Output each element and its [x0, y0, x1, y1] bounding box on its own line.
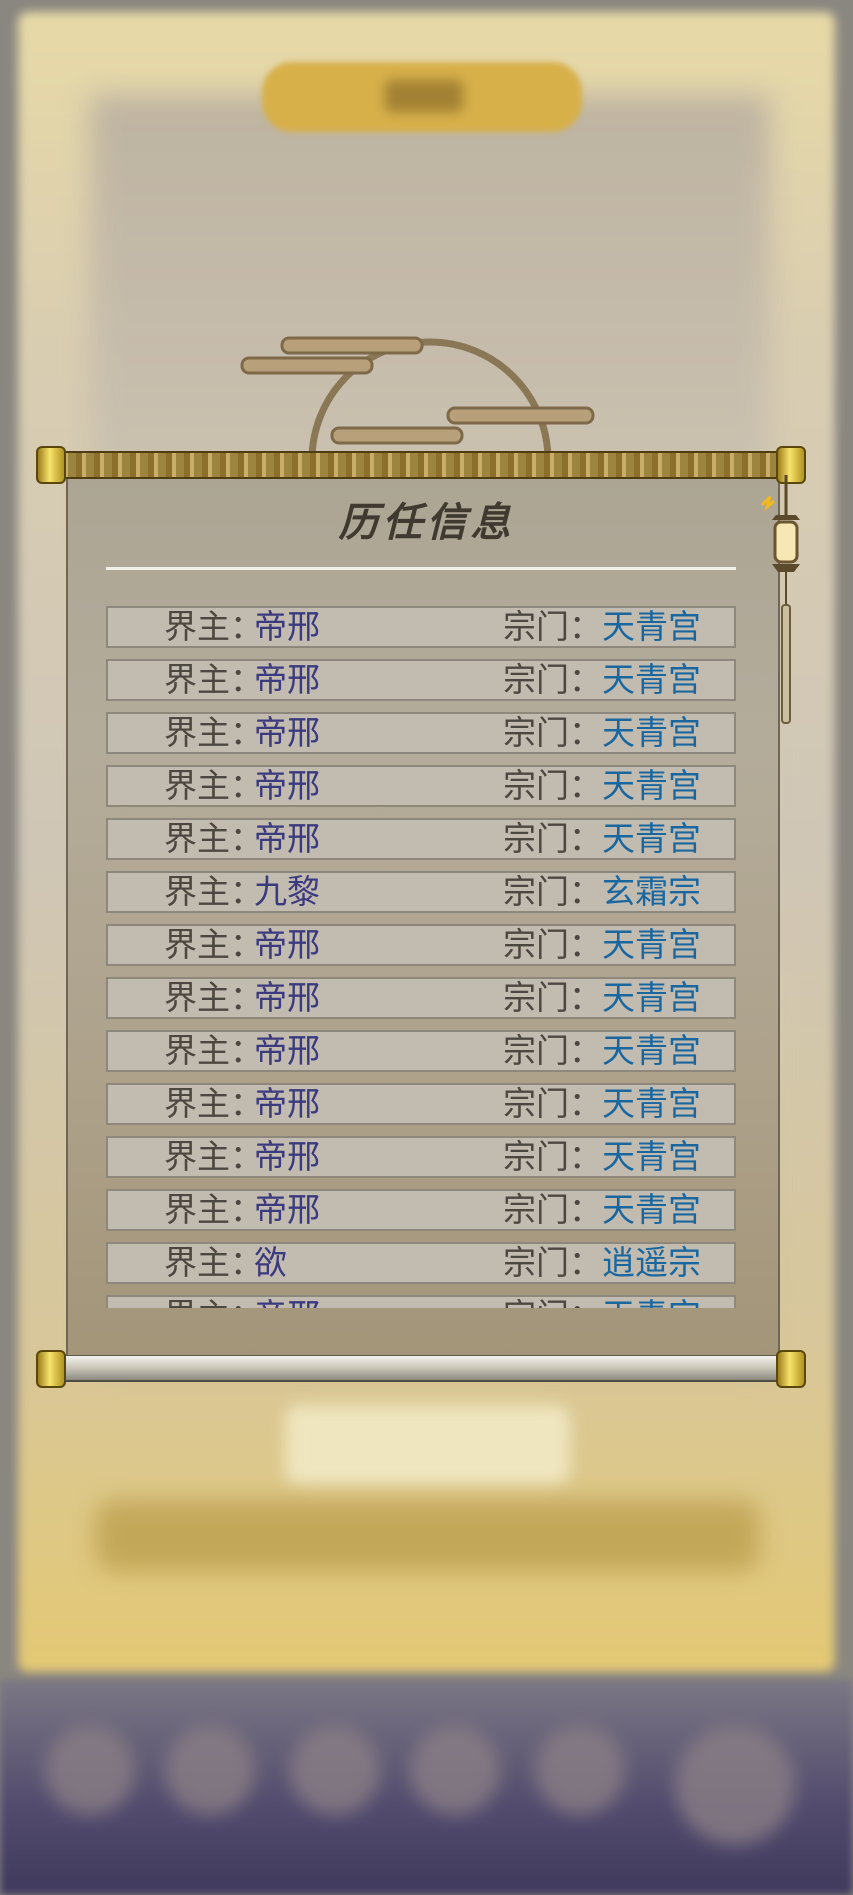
history-row: 界主：帝邢 宗门：天青宫 — [106, 977, 736, 1019]
scroll-top-rod — [40, 451, 803, 479]
sect-label: 宗门： — [503, 1190, 602, 1229]
rod-cap-right — [776, 1350, 806, 1388]
panel-title: 历任信息 — [338, 499, 515, 546]
sect-label: 宗门： — [503, 1031, 602, 1070]
background-banner-text — [385, 80, 463, 112]
lord-label: 界主： — [164, 1137, 263, 1176]
lord-label: 界主： — [164, 925, 263, 964]
sect-name: 玄霜宗 — [602, 872, 701, 911]
background-avatar — [675, 1725, 795, 1845]
lord-name: 帝邢 — [254, 660, 320, 699]
lord-label: 界主： — [164, 872, 263, 911]
lord-name: 帝邢 — [254, 1297, 320, 1309]
history-row: 界主：帝邢 宗门：天青宫 — [106, 1189, 736, 1231]
lord-name: 帝邢 — [254, 713, 320, 752]
lord-name: 帝邢 — [254, 925, 320, 964]
sect-label: 宗门： — [503, 978, 602, 1017]
rod-cap-left — [36, 446, 66, 484]
lord-label: 界主： — [164, 660, 263, 699]
background-avatar — [535, 1725, 625, 1815]
sect-label: 宗门： — [503, 1243, 602, 1282]
moon-cloud-decoration — [240, 336, 595, 460]
lord-label: 界主： — [164, 1297, 263, 1309]
rod-cap-left — [36, 1350, 66, 1388]
history-row: 界主：帝邢 宗门：天青宫 — [106, 1083, 736, 1125]
lord-name: 帝邢 — [254, 1137, 320, 1176]
sect-name: 逍遥宗 — [602, 1243, 701, 1282]
history-row: 界主：帝邢 宗门：天青宫 — [106, 606, 736, 648]
sect-label: 宗门： — [503, 713, 602, 752]
sect-name: 天青宫 — [602, 713, 701, 752]
sect-name: 天青宫 — [602, 1190, 701, 1229]
history-row: 界主：帝邢 宗门：天青宫 — [106, 712, 736, 754]
sect-name: 天青宫 — [602, 978, 701, 1017]
sect-label: 宗门： — [503, 766, 602, 805]
lord-name: 帝邢 — [254, 1031, 320, 1070]
history-row: 界主：欲 宗门： 逍遥宗 — [106, 1242, 736, 1284]
sect-label: 宗门： — [503, 607, 602, 646]
lord-label: 界主： — [164, 607, 263, 646]
background-bar — [95, 1500, 760, 1572]
lord-name: 欲 — [254, 1243, 287, 1282]
background-avatar — [165, 1725, 255, 1815]
history-row: 界主： 九黎 宗门： 玄霜宗 — [106, 871, 736, 913]
lord-label: 界主： — [164, 1031, 263, 1070]
lord-name: 帝邢 — [254, 1190, 320, 1229]
background-avatar — [410, 1725, 500, 1815]
sect-label: 宗门： — [503, 1297, 602, 1309]
sect-label: 宗门： — [503, 1084, 602, 1123]
lord-label: 界主： — [164, 819, 263, 858]
lord-label: 界主： — [164, 1190, 263, 1229]
lord-label: 界主： — [164, 1243, 263, 1282]
title-divider — [106, 567, 736, 570]
sect-label: 宗门： — [503, 819, 602, 858]
lord-label: 界主： — [164, 713, 263, 752]
background-avatar — [45, 1725, 135, 1815]
background-button — [285, 1405, 570, 1485]
lord-label: 界主： — [164, 1084, 263, 1123]
sect-name: 天青宫 — [602, 660, 701, 699]
history-row: 界主：帝邢 宗门：天青宫 — [106, 924, 736, 966]
history-row: 界主：帝邢 宗门：天青宫 — [106, 1030, 736, 1072]
history-row: 界主：帝邢 宗门：天青宫 — [106, 1295, 736, 1308]
sect-name: 天青宫 — [602, 819, 701, 858]
lord-label: 界主： — [164, 978, 263, 1017]
sect-name: 天青宫 — [602, 1031, 701, 1070]
lord-name: 帝邢 — [254, 819, 320, 858]
sect-name: 天青宫 — [602, 766, 701, 805]
scroll-bottom-rod — [40, 1355, 803, 1382]
sect-name: 天青宫 — [602, 607, 701, 646]
history-row: 界主：帝邢 宗门：天青宫 — [106, 1136, 736, 1178]
history-row: 界主：帝邢 宗门：天青宫 — [106, 659, 736, 701]
lord-name: 帝邢 — [254, 607, 320, 646]
sect-name: 天青宫 — [602, 1297, 701, 1309]
history-row: 界主：帝邢 宗门：天青宫 — [106, 765, 736, 807]
sect-label: 宗门： — [503, 1137, 602, 1176]
lord-name: 帝邢 — [254, 1084, 320, 1123]
lord-name: 九黎 — [254, 872, 320, 911]
lord-name: 帝邢 — [254, 766, 320, 805]
sect-name: 天青宫 — [602, 1137, 701, 1176]
sect-label: 宗门： — [503, 660, 602, 699]
history-row: 界主：帝邢 宗门：天青宫 — [106, 818, 736, 860]
history-list[interactable]: 界主： 帝邢 宗门： 天青宫 界主： 帝邢 宗门： 天青宫 界主： 帝邢 宗门： 天青宫 界主： 帝邢 宗门… — [106, 606, 736, 1308]
sect-label: 宗门： — [503, 925, 602, 964]
lord-label: 界主： — [164, 766, 263, 805]
sect-label: 宗门： — [503, 872, 602, 911]
sect-name: 天青宫 — [602, 1084, 701, 1123]
background-avatar — [290, 1725, 380, 1815]
sect-name: 天青宫 — [602, 925, 701, 964]
lord-name: 帝邢 — [254, 978, 320, 1017]
